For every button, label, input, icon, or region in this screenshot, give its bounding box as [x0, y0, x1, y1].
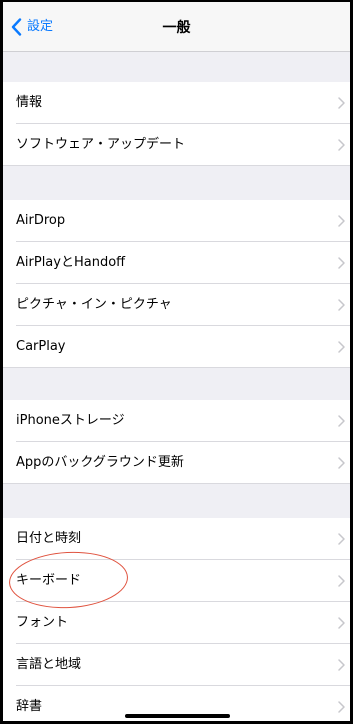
list-item-iphone-storage[interactable]: iPhoneストレージ — [3, 400, 350, 442]
list-item-about[interactable]: 情報 — [3, 82, 350, 124]
chevron-right-icon — [338, 701, 345, 713]
list-item-dictionary[interactable]: 辞書 — [3, 686, 350, 721]
page-title: 一般 — [162, 19, 191, 36]
group-separator — [3, 368, 350, 400]
chevron-right-icon — [338, 415, 345, 427]
back-button-label: 設定 — [27, 19, 54, 34]
list-item-software-update[interactable]: ソフトウェア・アップデート — [3, 124, 350, 166]
home-indicator[interactable] — [125, 714, 230, 718]
group-separator — [3, 52, 350, 82]
list-item-label: AirPlayとHandoff — [16, 255, 126, 270]
chevron-right-icon — [338, 457, 345, 469]
group-separator — [3, 484, 350, 518]
chevron-right-icon — [338, 299, 345, 311]
chevron-right-icon — [338, 341, 345, 353]
list-item-label: iPhoneストレージ — [16, 413, 125, 428]
list-item-picture-in-picture[interactable]: ピクチャ・イン・ピクチャ — [3, 284, 350, 326]
list-item-label: Appのバックグラウンド更新 — [16, 455, 184, 470]
list-item-fonts[interactable]: フォント — [3, 602, 350, 644]
chevron-right-icon — [338, 575, 345, 587]
chevron-right-icon — [338, 617, 345, 629]
list-item-label: 言語と地域 — [16, 657, 82, 672]
list-item-airplay-handoff[interactable]: AirPlayとHandoff — [3, 242, 350, 284]
settings-screen: 設定 一般 情報 ソフトウェア・アップデート AirDrop AirPlayとH… — [0, 0, 353, 724]
list-item-carplay[interactable]: CarPlay — [3, 326, 350, 368]
navigation-bar: 設定 一般 — [3, 2, 350, 52]
list-item-label: フォント — [16, 615, 69, 630]
list-item-airdrop[interactable]: AirDrop — [3, 200, 350, 242]
list-item-language-region[interactable]: 言語と地域 — [3, 644, 350, 686]
list-item-label: 辞書 — [16, 699, 43, 714]
list-item-label: ピクチャ・イン・ピクチャ — [16, 297, 172, 312]
list-item-background-app-refresh[interactable]: Appのバックグラウンド更新 — [3, 442, 350, 484]
chevron-right-icon — [338, 215, 345, 227]
group-separator — [3, 166, 350, 200]
chevron-right-icon — [338, 659, 345, 671]
list-item-label: ソフトウェア・アップデート — [16, 137, 186, 152]
chevron-right-icon — [338, 257, 345, 269]
chevron-right-icon — [338, 533, 345, 545]
list-item-label: AirDrop — [16, 213, 66, 228]
list-item-label: CarPlay — [16, 339, 66, 354]
back-button[interactable]: 設定 — [11, 16, 53, 38]
chevron-right-icon — [338, 139, 345, 151]
list-item-label: 情報 — [16, 95, 43, 110]
chevron-left-icon — [11, 18, 22, 36]
chevron-right-icon — [338, 97, 345, 109]
